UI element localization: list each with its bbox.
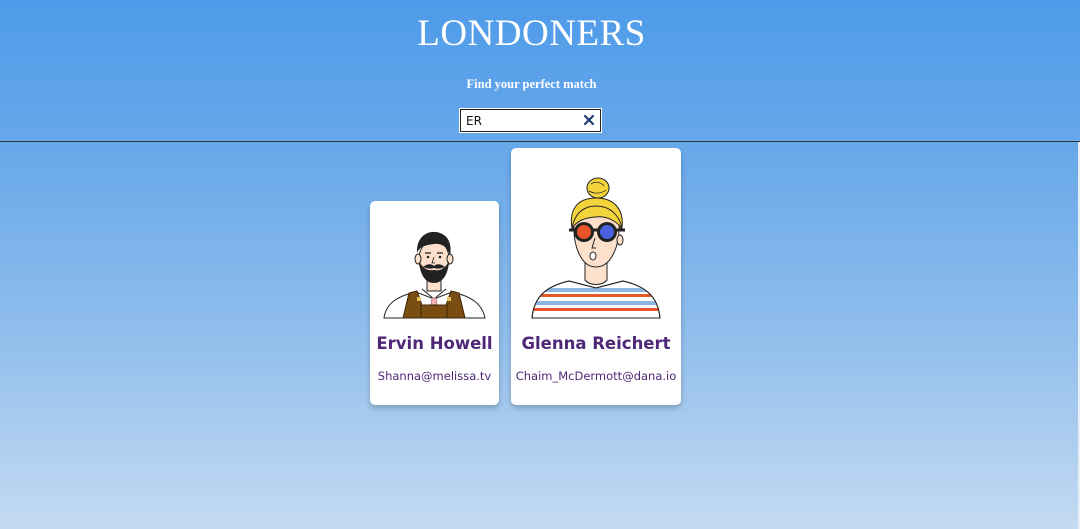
profile-email: Chaim_McDermott@dana.io: [515, 369, 677, 383]
profile-card[interactable]: Glenna Reichert Chaim_McDermott@dana.io: [511, 148, 681, 405]
profile-name: Glenna Reichert: [521, 334, 671, 353]
bearded-man-avatar: [383, 231, 486, 319]
profile-card[interactable]: Ervin Howell Shanna@melissa.tv: [370, 201, 499, 405]
profile-email: Shanna@melissa.tv: [377, 369, 492, 383]
search-box: [459, 108, 602, 133]
search-input[interactable]: [461, 110, 584, 131]
page-title: LONDONERS: [417, 13, 646, 54]
close-icon[interactable]: [582, 113, 596, 127]
profile-name: Ervin Howell: [376, 334, 493, 353]
page-subtitle: Find your perfect match: [466, 77, 597, 91]
header-divider: [0, 141, 1080, 142]
blonde-woman-sunglasses-avatar: [531, 177, 661, 319]
